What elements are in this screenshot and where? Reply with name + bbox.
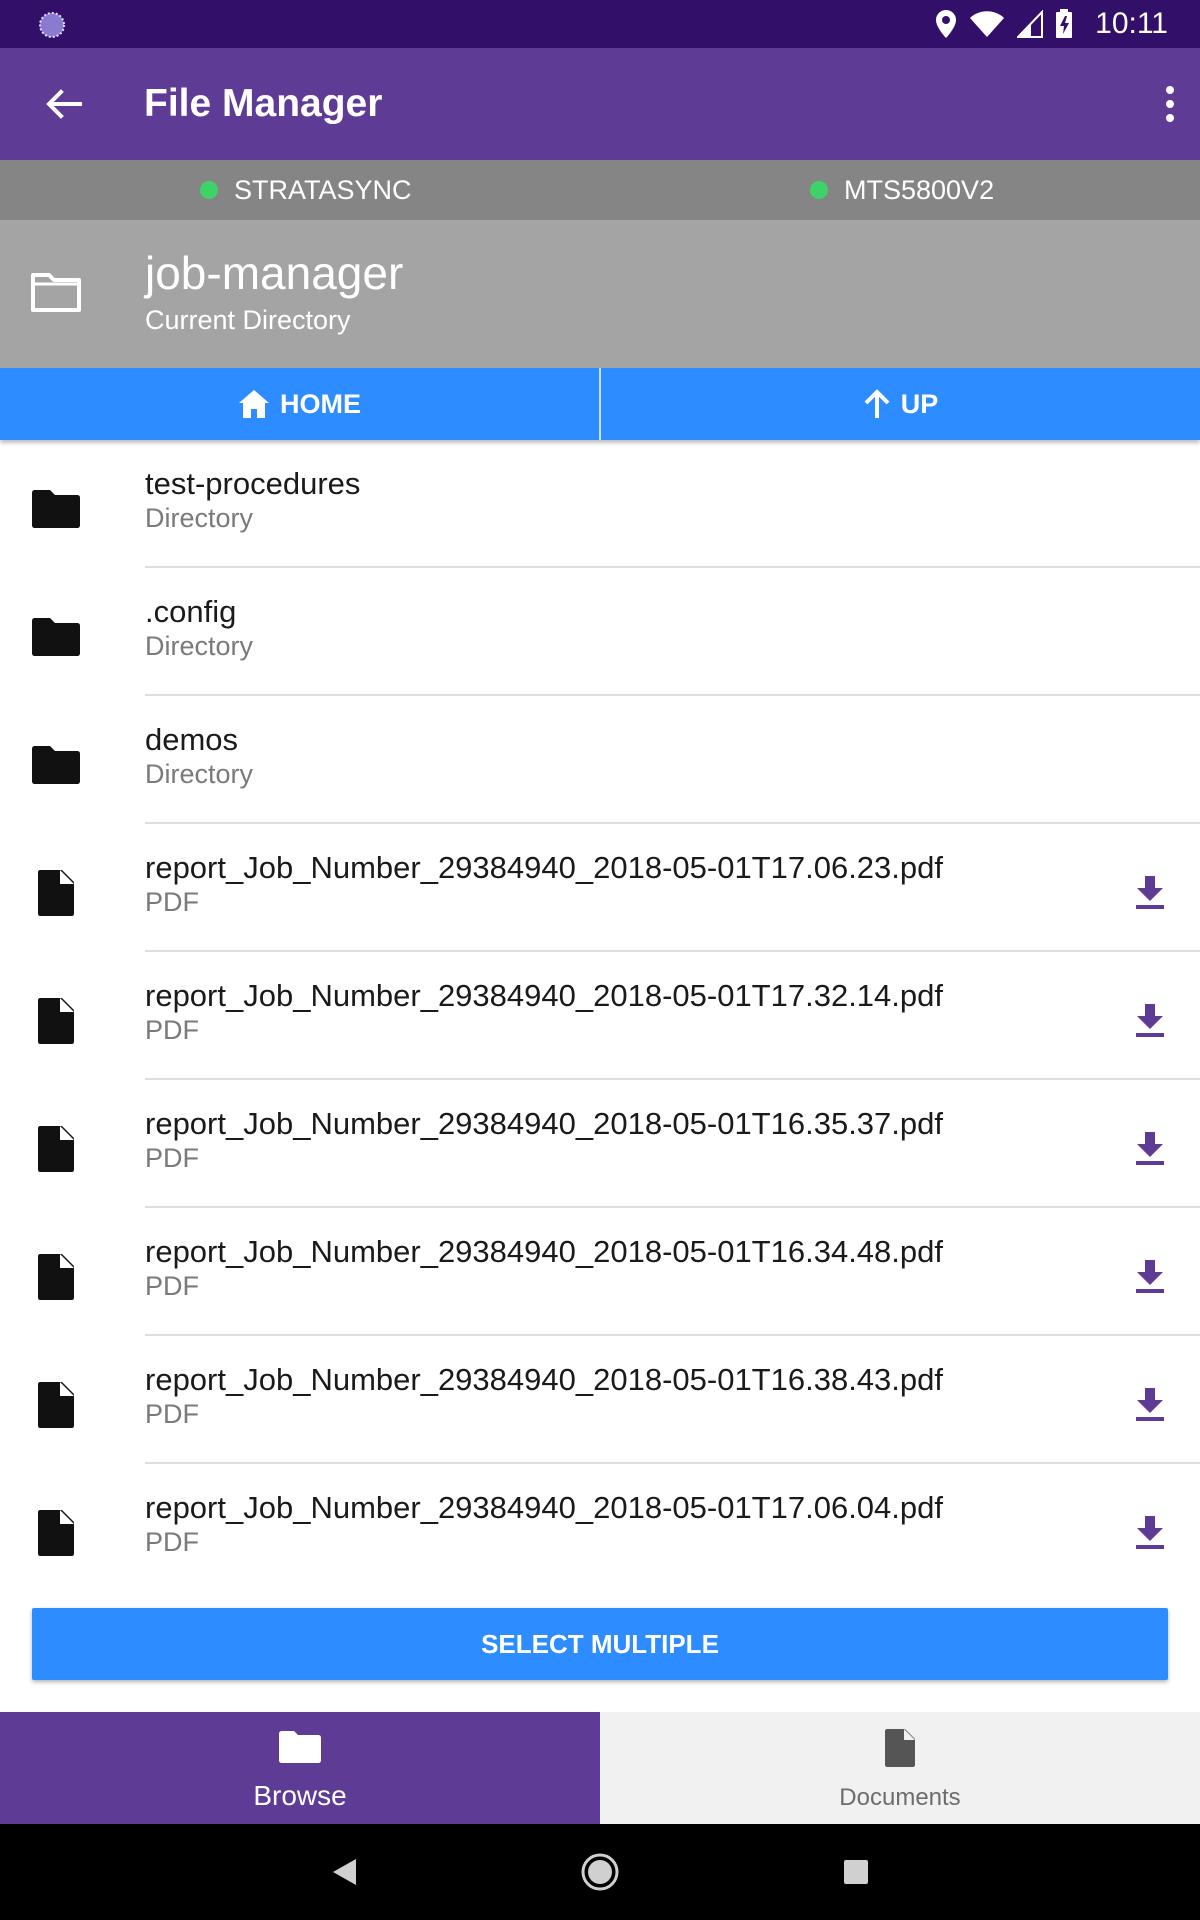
- folder-icon: [32, 490, 80, 528]
- triangle-back-icon: [333, 1859, 356, 1885]
- current-directory-header: job-manager Current Directory: [0, 220, 1200, 368]
- folder-icon: [32, 618, 80, 656]
- file-type: PDF: [145, 1271, 199, 1301]
- file-type: PDF: [145, 1399, 199, 1429]
- system-back-button[interactable]: [320, 1848, 368, 1896]
- connection-stratasync: STRATASYNC: [200, 160, 412, 220]
- up-button-label: UP: [900, 388, 939, 419]
- folder-icon: [32, 746, 80, 784]
- download-icon: [1136, 1004, 1164, 1037]
- list-item[interactable]: report_Job_Number_29384940_2018-05-01T16…: [0, 1080, 1200, 1208]
- download-icon: [1136, 1132, 1164, 1165]
- file-type: Directory: [145, 759, 254, 789]
- file-icon: [38, 1254, 74, 1300]
- select-multiple-button[interactable]: SELECT MULTIPLE: [32, 1608, 1168, 1680]
- list-item[interactable]: demos Directory: [0, 696, 1200, 824]
- file-type: Directory: [145, 503, 254, 533]
- file-icon: [38, 998, 74, 1044]
- home-button[interactable]: HOME: [0, 368, 599, 440]
- file-name: report_Job_Number_29384940_2018-05-01T16…: [145, 1362, 943, 1397]
- app-notification-icon: [39, 12, 65, 38]
- tab-browse-label: Browse: [253, 1780, 347, 1811]
- download-icon: [1136, 876, 1164, 909]
- location-icon: [936, 10, 957, 38]
- battery-icon: [1056, 9, 1073, 38]
- connection-status-dot: [810, 181, 828, 199]
- system-navigation-bar: [0, 1824, 1200, 1920]
- list-item[interactable]: .config Directory: [0, 568, 1200, 696]
- system-recents-button[interactable]: [832, 1848, 880, 1896]
- file-type: PDF: [145, 887, 199, 917]
- file-name: report_Job_Number_29384940_2018-05-01T17…: [145, 850, 943, 885]
- file-name: demos: [145, 722, 239, 757]
- list-item[interactable]: report_Job_Number_29384940_2018-05-01T17…: [0, 824, 1200, 952]
- connection-status-dot: [200, 181, 218, 199]
- page-title: File Manager: [144, 82, 383, 125]
- file-type: Directory: [145, 631, 254, 661]
- connection-label: MTS5800V2: [844, 174, 995, 205]
- circle-home-icon: [581, 1853, 619, 1891]
- bottom-navigation: Browse Documents: [0, 1712, 1200, 1824]
- list-item[interactable]: report_Job_Number_29384940_2018-05-01T17…: [0, 952, 1200, 1080]
- current-directory-subtitle: Current Directory: [145, 305, 351, 335]
- download-button[interactable]: [1130, 1254, 1170, 1298]
- folder-outline-icon: [31, 273, 81, 312]
- back-arrow-icon: [46, 89, 82, 119]
- home-button-label: HOME: [280, 388, 361, 419]
- file-name: .config: [145, 594, 237, 629]
- status-time: 10:11: [1095, 7, 1168, 40]
- list-item[interactable]: test-procedures Directory: [0, 440, 1200, 568]
- signal-icon: [1017, 10, 1044, 38]
- file-type: PDF: [145, 1143, 199, 1173]
- file-type: PDF: [145, 1527, 199, 1557]
- document-icon: [885, 1729, 915, 1767]
- file-name: report_Job_Number_29384940_2018-05-01T17…: [145, 978, 943, 1013]
- file-type: PDF: [145, 1015, 199, 1045]
- status-bar: 10:11: [0, 0, 1200, 48]
- download-button[interactable]: [1130, 1126, 1170, 1170]
- current-directory-name: job-manager: [145, 247, 404, 299]
- arrow-up-icon: [864, 389, 890, 418]
- file-list: test-procedures Directory .config Direct…: [0, 440, 1200, 1592]
- file-name: test-procedures: [145, 466, 361, 501]
- overflow-menu-button[interactable]: [1150, 80, 1190, 128]
- download-button[interactable]: [1130, 1382, 1170, 1426]
- system-home-button[interactable]: [576, 1848, 624, 1896]
- connection-mts5800v2: MTS5800V2: [810, 160, 994, 220]
- app-bar: File Manager: [0, 48, 1200, 160]
- square-recents-icon: [844, 1860, 868, 1884]
- download-button[interactable]: [1130, 998, 1170, 1042]
- file-icon: [38, 870, 74, 916]
- download-icon: [1136, 1260, 1164, 1293]
- list-item[interactable]: report_Job_Number_29384940_2018-05-01T17…: [0, 1464, 1200, 1592]
- file-name: report_Job_Number_29384940_2018-05-01T16…: [145, 1106, 943, 1141]
- list-item[interactable]: report_Job_Number_29384940_2018-05-01T16…: [0, 1336, 1200, 1464]
- folder-icon: [279, 1731, 321, 1763]
- wifi-icon: [970, 11, 1005, 37]
- connection-label: STRATASYNC: [234, 174, 412, 205]
- download-icon: [1136, 1516, 1164, 1549]
- home-icon: [239, 390, 269, 418]
- file-name: report_Job_Number_29384940_2018-05-01T17…: [145, 1490, 943, 1525]
- tab-documents-label: Documents: [839, 1784, 961, 1811]
- up-button[interactable]: UP: [601, 368, 1200, 440]
- connection-status-bar: STRATASYNC MTS5800V2: [0, 160, 1200, 220]
- file-icon: [38, 1126, 74, 1172]
- file-icon: [38, 1382, 74, 1428]
- list-item[interactable]: report_Job_Number_29384940_2018-05-01T16…: [0, 1208, 1200, 1336]
- file-name: report_Job_Number_29384940_2018-05-01T16…: [145, 1234, 943, 1269]
- download-icon: [1136, 1388, 1164, 1421]
- download-button[interactable]: [1130, 1510, 1170, 1554]
- download-button[interactable]: [1130, 870, 1170, 914]
- tab-documents[interactable]: Documents: [600, 1712, 1200, 1824]
- file-icon: [38, 1510, 74, 1556]
- tab-browse[interactable]: Browse: [0, 1712, 600, 1824]
- more-vert-icon: [1166, 86, 1174, 122]
- directory-nav: HOME UP: [0, 368, 1200, 440]
- back-button[interactable]: [40, 80, 88, 128]
